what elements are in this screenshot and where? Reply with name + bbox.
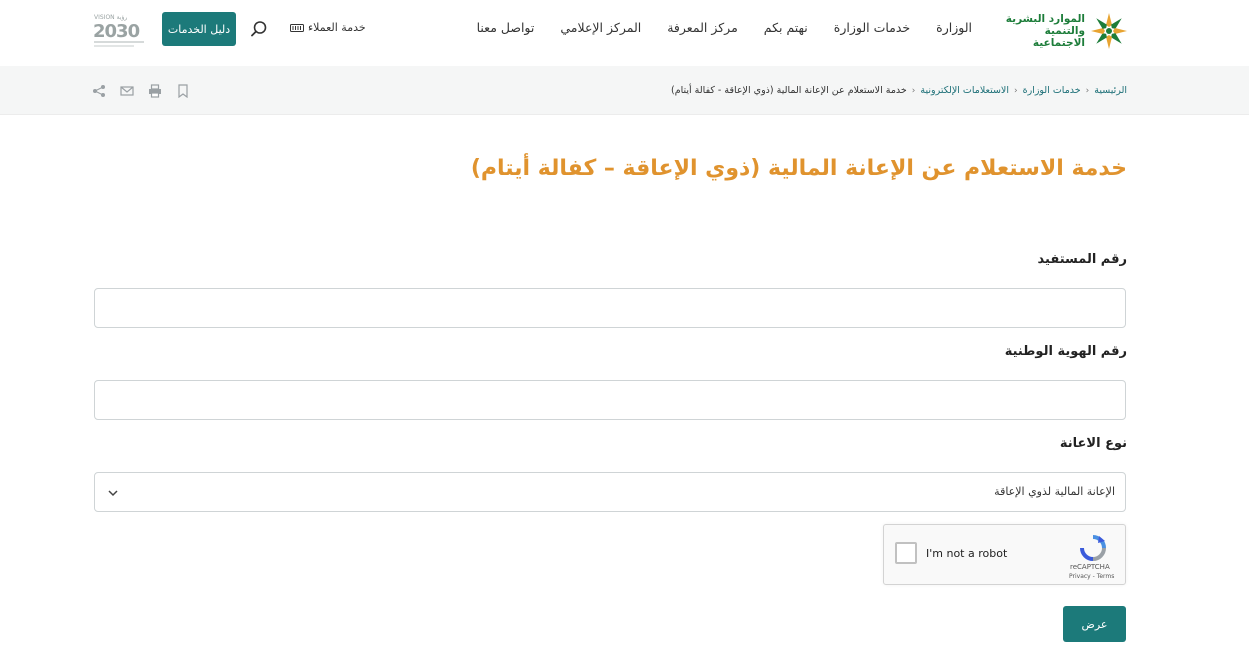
ministry-name: الموارد البشرية والتنمية الاجتماعية [995, 13, 1085, 49]
breadcrumb-home[interactable]: الرئيسية [1094, 85, 1127, 96]
recaptcha-terms-link[interactable]: Privacy - Terms [1069, 573, 1114, 580]
aid-type-label: نوع الاعانة [1059, 436, 1127, 451]
ministry-star-icon [1091, 13, 1127, 49]
breadcrumb-ministry-services[interactable]: خدمات الوزارة [1023, 85, 1081, 96]
chevron-left-icon: ‹ [911, 85, 916, 96]
breadcrumb-current: خدمة الاستعلام عن الإعانة المالية (ذوي ا… [671, 85, 907, 96]
recaptcha-checkbox[interactable] [895, 542, 917, 564]
customer-service-link[interactable]: خدمة العملاء [290, 21, 366, 34]
vision-label: VISION رؤية [94, 14, 127, 21]
breadcrumb: الرئيسية ‹ خدمات الوزارة ‹ الاستعلامات ا… [671, 85, 1127, 96]
mail-icon[interactable] [120, 84, 134, 98]
nav-item-contact-us[interactable]: تواصل معنا [477, 20, 535, 35]
services-guide-button[interactable]: دليل الخدمات [162, 12, 236, 46]
main-nav: الوزارة خدمات الوزارة نهتم بكم مركز المع… [477, 20, 972, 35]
page-tools [92, 84, 190, 98]
site-header: الموارد البشرية والتنمية الاجتماعية الوز… [0, 0, 1249, 66]
national-id-label: رقم الهوية الوطنية [1004, 344, 1127, 359]
recaptcha-brand: reCAPTCHA [1070, 563, 1110, 571]
aid-type-selected-value: الإعانة المالية لذوي الإعاقة [994, 485, 1115, 498]
aid-type-select[interactable]: الإعانة المالية لذوي الإعاقة [94, 472, 1126, 512]
vision-year: 2030 [93, 21, 140, 42]
bookmark-icon[interactable] [176, 84, 190, 98]
nav-item-knowledge-center[interactable]: مركز المعرفة [667, 20, 738, 35]
share-icon[interactable] [92, 84, 106, 98]
customer-service-label: خدمة العملاء [308, 21, 366, 34]
nav-item-ministry-services[interactable]: خدمات الوزارة [834, 20, 910, 35]
breadcrumb-e-inquiries[interactable]: الاستعلامات الإلكترونية [920, 85, 1009, 96]
recaptcha-widget: I'm not a robot reCAPTCHA Privacy - Term… [883, 524, 1126, 585]
chevron-left-icon: ‹ [1014, 85, 1018, 96]
beneficiary-number-label: رقم المستفيد [1037, 252, 1127, 267]
chevron-left-icon: ‹ [1085, 85, 1090, 96]
nav-item-media-center[interactable]: المركز الإعلامي [560, 20, 641, 35]
nav-item-ministry[interactable]: الوزارة [936, 20, 972, 35]
page-title: خدمة الاستعلام عن الإعانة المالية (ذوي ا… [470, 156, 1127, 181]
search-icon[interactable] [250, 20, 268, 38]
submit-button[interactable]: عرض [1063, 606, 1126, 642]
ministry-name-line2: والتنمية الاجتماعية [1032, 25, 1085, 49]
recaptcha-label: I'm not a robot [926, 547, 1008, 560]
ministry-name-line1: الموارد البشرية [1005, 13, 1085, 25]
ministry-logo[interactable]: الموارد البشرية والتنمية الاجتماعية [995, 8, 1127, 54]
vision-2030-logo: VISION رؤية 2030 [93, 14, 144, 47]
print-icon[interactable] [148, 84, 162, 98]
chevron-down-icon [108, 490, 118, 497]
services-guide-label: دليل الخدمات [167, 22, 231, 36]
nav-item-we-care[interactable]: نهتم بكم [764, 20, 808, 35]
headset-icon [290, 23, 304, 32]
breadcrumb-bar: الرئيسية ‹ خدمات الوزارة ‹ الاستعلامات ا… [0, 66, 1249, 115]
national-id-input[interactable] [94, 380, 1126, 420]
beneficiary-number-input[interactable] [94, 288, 1126, 328]
recaptcha-icon [1080, 535, 1106, 561]
